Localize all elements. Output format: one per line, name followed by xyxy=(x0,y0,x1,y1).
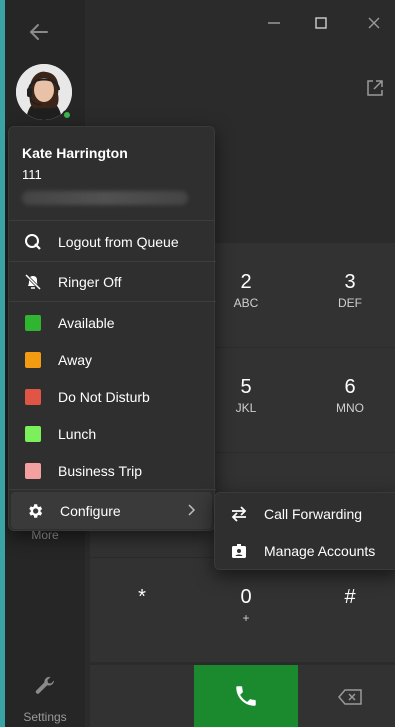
bell-off-icon xyxy=(24,273,42,291)
key-digit: # xyxy=(344,586,356,608)
business-trip-swatch xyxy=(25,462,41,479)
chevron-right-icon xyxy=(188,504,196,516)
badge-icon xyxy=(230,542,248,560)
dial-key-6[interactable]: 6 MNO xyxy=(298,348,395,452)
app-window: 2 ABC 3 DEF 5 JKL 6 MNO * 0 + # More Set… xyxy=(5,0,395,727)
swap-arrows-icon xyxy=(230,505,248,523)
menu-divider xyxy=(9,261,216,262)
gear-icon xyxy=(26,502,44,520)
key-digit: * xyxy=(138,586,146,608)
dial-key-hash[interactable]: # xyxy=(298,558,395,662)
backspace-button[interactable] xyxy=(298,665,395,727)
dial-key-0[interactable]: 0 + xyxy=(194,558,298,662)
lunch-swatch xyxy=(25,425,41,442)
wrench-icon[interactable] xyxy=(33,674,57,698)
manage-accounts-label: Manage Accounts xyxy=(264,542,376,559)
status-label: Away xyxy=(58,351,92,368)
status-label: Business Trip xyxy=(58,462,143,479)
key-letters: DEF xyxy=(338,296,362,310)
status-lunch-item[interactable]: Lunch xyxy=(9,415,216,452)
configure-submenu: Call Forwarding Manage Accounts xyxy=(214,492,395,570)
title-bar xyxy=(5,0,395,44)
status-label: Lunch xyxy=(58,425,97,442)
call-forwarding-item[interactable]: Call Forwarding xyxy=(215,495,395,532)
status-swatch-icon xyxy=(24,462,42,480)
minimize-icon[interactable] xyxy=(263,12,285,34)
key-digit: 3 xyxy=(344,271,356,293)
dial-key-star[interactable]: * xyxy=(90,558,194,662)
key-letters: MNO xyxy=(336,401,364,415)
key-digit: 6 xyxy=(344,376,356,398)
popout-icon[interactable] xyxy=(365,78,385,98)
status-available-item[interactable]: Available xyxy=(9,304,216,341)
status-label: Available xyxy=(58,314,115,331)
presence-indicator xyxy=(62,110,72,120)
status-menu: Kate Harrington 111 Logout from Queue Ri… xyxy=(8,126,216,531)
status-swatch-icon xyxy=(24,351,42,369)
ringer-off-label: Ringer Off xyxy=(58,273,122,290)
ringer-off-item[interactable]: Ringer Off xyxy=(9,263,216,300)
logout-queue-item[interactable]: Logout from Queue xyxy=(9,223,216,260)
configure-label: Configure xyxy=(60,502,121,519)
queue-icon xyxy=(24,233,42,251)
menu-divider xyxy=(9,301,216,302)
manage-accounts-item[interactable]: Manage Accounts xyxy=(215,532,395,569)
maximize-icon[interactable] xyxy=(310,12,332,34)
sidebar-settings-label[interactable]: Settings xyxy=(5,710,85,724)
blank-key xyxy=(90,665,194,727)
menu-divider xyxy=(9,489,216,490)
status-label: Do Not Disturb xyxy=(58,388,150,405)
close-icon[interactable] xyxy=(363,12,385,34)
dnd-swatch xyxy=(25,388,41,405)
call-forwarding-label: Call Forwarding xyxy=(264,505,363,522)
available-swatch xyxy=(25,314,41,331)
status-business-trip-item[interactable]: Business Trip xyxy=(9,452,216,489)
status-swatch-icon xyxy=(24,314,42,332)
status-swatch-icon xyxy=(24,425,42,443)
away-swatch xyxy=(25,351,41,368)
dial-key-3[interactable]: 3 DEF xyxy=(298,243,395,347)
back-arrow-icon[interactable] xyxy=(23,16,53,46)
status-dnd-item[interactable]: Do Not Disturb xyxy=(9,378,216,415)
user-name: Kate Harrington xyxy=(22,145,128,161)
key-digit: 0 xyxy=(240,586,252,608)
user-extension: 111 xyxy=(22,167,42,182)
user-email-redacted xyxy=(22,191,188,205)
status-swatch-icon xyxy=(24,388,42,406)
key-letters: + xyxy=(242,611,250,625)
phone-icon xyxy=(236,686,256,706)
backspace-icon xyxy=(338,689,362,705)
logout-queue-label: Logout from Queue xyxy=(58,233,179,250)
configure-item[interactable]: Configure xyxy=(11,492,212,529)
status-away-item[interactable]: Away xyxy=(9,341,216,378)
call-button[interactable] xyxy=(194,665,298,727)
user-info: Kate Harrington 111 xyxy=(9,127,214,221)
